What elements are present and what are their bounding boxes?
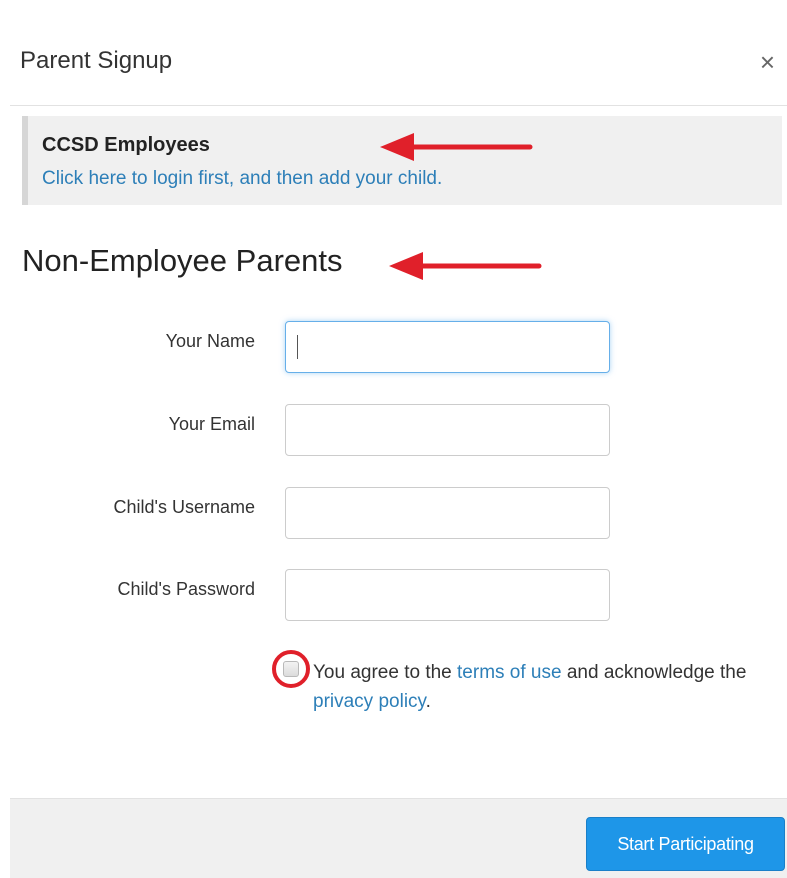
email-input[interactable] [285,404,610,456]
email-label: Your Email [168,414,255,434]
modal-title: Parent Signup [20,47,173,74]
modal-header: Parent Signup × [10,0,787,106]
agreement-row: You agree to the terms of use and acknow… [272,650,772,720]
child-password-row: Child's Password [0,569,787,623]
parent-signup-modal: Parent Signup × CCSD Employees Click her… [0,0,787,878]
child-username-input[interactable] [285,487,610,539]
annotation-arrow-employees [380,133,533,161]
name-input[interactable] [285,321,610,373]
agreement-suffix: . [425,691,431,712]
child-password-label: Child's Password [117,579,256,599]
agreement-text: You agree to the terms of use and acknow… [313,658,763,716]
terms-of-use-link[interactable]: terms of use [457,662,562,683]
non-employee-heading: Non-Employee Parents [22,243,343,278]
child-username-row: Child's Username [0,487,787,541]
agreement-prefix: You agree to the [313,662,458,683]
agree-checkbox[interactable] [283,661,299,677]
annotation-arrow-non-employees [389,252,542,280]
text-cursor [297,335,298,359]
employee-login-link[interactable]: Click here to login first, and then add … [42,168,442,190]
close-button[interactable]: × [760,48,775,76]
start-participating-button[interactable]: Start Participating [586,817,785,871]
child-username-label: Child's Username [113,497,256,517]
email-row: Your Email [0,404,787,458]
privacy-policy-link[interactable]: privacy policy [313,691,426,712]
name-label: Your Name [165,331,255,351]
name-row: Your Name [0,321,787,375]
employee-heading: CCSD Employees [42,134,210,156]
agreement-middle: and acknowledge the [561,662,747,683]
child-password-input[interactable] [285,569,610,621]
